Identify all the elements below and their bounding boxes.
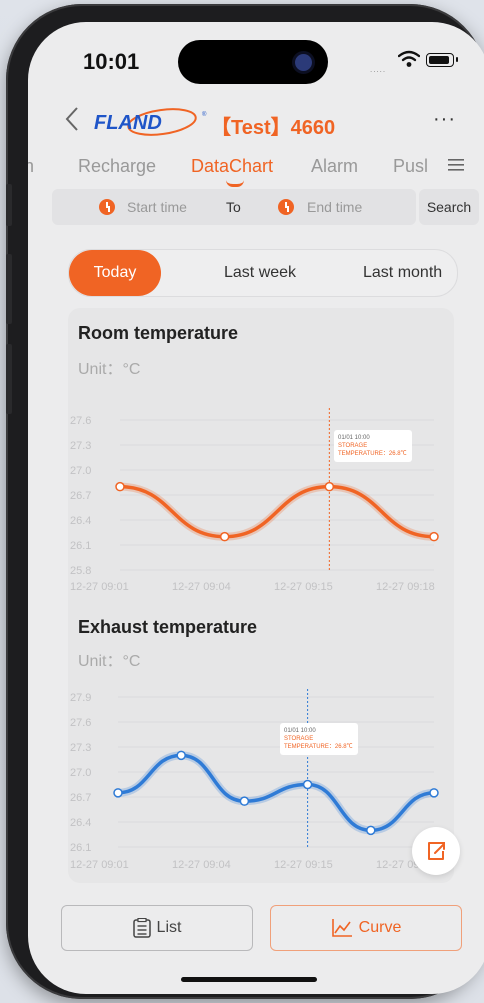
hamburger-icon (448, 159, 464, 171)
y-tick-label: 27.3 (70, 742, 91, 754)
room-temp-title: Room temperature (78, 323, 239, 343)
data-point (176, 750, 186, 761)
list-button[interactable]: List (61, 905, 253, 951)
exhaust-temp-unit: Unit：°C (78, 653, 141, 670)
tab-datachart[interactable]: DataChart (191, 156, 273, 177)
curve-button[interactable]: Curve (270, 905, 462, 951)
data-point (302, 779, 313, 790)
tab-active-indicator (226, 180, 244, 187)
tab-partial[interactable]: h (28, 156, 34, 177)
y-tick-label: 27.3 (70, 440, 91, 452)
battery-icon (426, 53, 458, 67)
dynamic-island (178, 40, 328, 84)
mute-switch (6, 184, 12, 226)
list-button-label: List (156, 919, 182, 936)
period-last-month[interactable]: Last month (363, 264, 442, 282)
line-chart-icon (331, 919, 352, 937)
period-last-week[interactable]: Last week (224, 264, 296, 282)
search-button[interactable]: Search (419, 189, 479, 225)
tooltip-line2: TEMPERATURE：26.8℃ (338, 450, 407, 457)
x-tick-label: 12-27 09:01 (70, 859, 129, 871)
chevron-left-icon (65, 107, 78, 131)
data-point (324, 481, 335, 492)
series-line (116, 753, 436, 833)
tooltip-line1: STORAGE (284, 736, 313, 742)
share-button[interactable] (412, 827, 460, 875)
x-tick-label: 12-27 09:04 (172, 581, 231, 592)
wifi-icon (398, 50, 420, 67)
data-point (219, 531, 230, 542)
tab-recharge[interactable]: Recharge (78, 156, 156, 177)
y-tick-label: 27.9 (70, 692, 91, 704)
y-tick-label: 26.1 (70, 540, 91, 552)
camera-icon (295, 54, 312, 71)
volume-down-button (6, 344, 12, 414)
room-temp-unit: Unit：°C (78, 361, 141, 378)
signal-icon: ..... (370, 65, 387, 74)
tab-alarm[interactable]: Alarm (311, 156, 358, 177)
data-point (239, 796, 250, 806)
clock-icon (99, 199, 115, 215)
y-tick-label: 26.1 (70, 842, 91, 854)
x-tick-label: 12-27 09:04 (172, 859, 231, 871)
share-icon (428, 842, 445, 860)
exhaust-temp-title: Exhaust temperature (78, 617, 258, 637)
list-icon (132, 918, 151, 938)
y-tick-label: 26.7 (70, 792, 91, 804)
end-time-field[interactable]: End time (307, 199, 362, 215)
y-tick-label: 26.4 (70, 515, 91, 527)
y-tick-label: 26.4 (70, 817, 91, 829)
status-time: 10:01 (83, 49, 140, 74)
tooltip-date: 01/01 10:00 (338, 435, 370, 441)
data-point (113, 788, 123, 798)
to-label: To (226, 199, 241, 215)
tab-menu-button[interactable] (448, 156, 464, 177)
app-screen: 10:01 ..... FLAND ® 【Test】4660 ··· h Rec… (28, 22, 484, 994)
x-tick-label: 12-27 09:01 (70, 581, 129, 592)
room-temp-chart[interactable]: 27.6 27.3 27.0 26.7 26.4 26.1 25.8 12-27 09:01 1… (68, 392, 448, 592)
svg-text:FLAND: FLAND (94, 112, 162, 134)
data-point (115, 481, 125, 492)
period-today[interactable]: Today (69, 250, 161, 296)
tooltip-date: 01/01 10:00 (284, 728, 316, 734)
curve-button-label: Curve (358, 919, 402, 936)
y-tick-label: 27.6 (70, 717, 91, 729)
exhaust-temp-chart[interactable]: 27.9 27.6 27.3 27.0 26.7 26.4 26.1 12-27 09:01 1… (68, 687, 448, 877)
tooltip-line1: STORAGE (338, 443, 367, 449)
y-tick-label: 27.0 (70, 767, 91, 779)
x-tick-label: 12-27 09:15 (274, 581, 333, 592)
tooltip-line2: TEMPERATURE：26.8℃ (284, 743, 353, 750)
data-point (429, 788, 439, 798)
more-menu-button[interactable]: ··· (433, 108, 456, 131)
tab-push[interactable]: Pusl (393, 156, 428, 177)
y-tick-label: 26.7 (70, 490, 91, 502)
device-title: 【Test】4660 (211, 117, 336, 139)
phone-frame: 10:01 ..... FLAND ® 【Test】4660 ··· h Rec… (6, 4, 484, 999)
x-tick-label: 12-27 09:15 (274, 859, 333, 871)
start-time-field[interactable]: Start time (127, 199, 187, 215)
clock-icon (278, 199, 294, 215)
data-point (366, 825, 376, 836)
svg-text:®: ® (202, 111, 207, 118)
volume-up-button (6, 254, 12, 324)
home-indicator (181, 977, 317, 982)
fland-logo: FLAND ® (94, 108, 207, 136)
data-point (429, 531, 439, 542)
x-tick-label: 12-27 09:18 (376, 581, 435, 592)
back-button[interactable] (64, 106, 80, 139)
y-tick-label: 27.0 (70, 465, 91, 477)
y-tick-label: 27.6 (70, 415, 91, 427)
y-tick-label: 25.8 (70, 565, 91, 577)
